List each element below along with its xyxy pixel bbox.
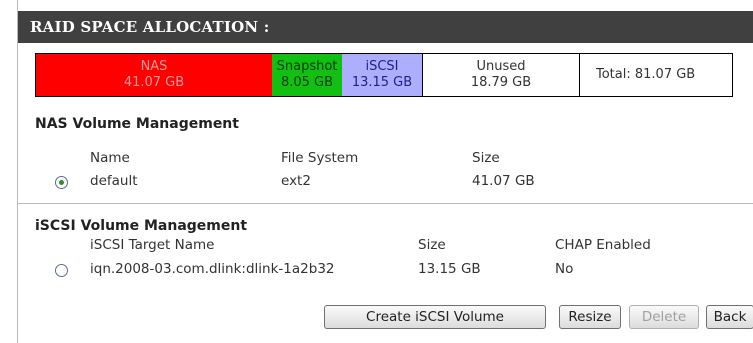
segment-value: 13.15 GB [351, 75, 413, 90]
iscsi-col-chap-enabled: CHAP Enabled [555, 237, 651, 253]
allocation-segment-unused: Unused 18.79 GB [422, 54, 580, 96]
nas-volume-file-system: ext2 [281, 173, 311, 189]
back-button[interactable]: Back [706, 305, 753, 329]
delete-button[interactable]: Delete [629, 305, 699, 329]
segment-label: iSCSI [365, 59, 399, 74]
segment-label: Snapshot [276, 59, 338, 74]
allocation-segment-iscsi: iSCSI 13.15 GB [342, 54, 422, 96]
allocation-bar: NAS 41.07 GB Snapshot 8.05 GB iSCSI 13.1… [35, 53, 733, 97]
iscsi-section-title: iSCSI Volume Management [35, 218, 248, 234]
nas-col-size: Size [472, 150, 500, 166]
raid-space-panel: RAID SPACE ALLOCATION : NAS 41.07 GB Sna… [17, 0, 753, 343]
iscsi-row-radio[interactable] [55, 264, 68, 277]
segment-value: 8.05 GB [280, 75, 334, 90]
nas-section-title: NAS Volume Management [35, 116, 239, 132]
iscsi-target-name: iqn.2008-03.com.dlink:dlink-1a2b32 [90, 261, 335, 277]
segment-label: NAS [140, 59, 168, 74]
iscsi-chap-enabled: No [555, 261, 574, 277]
iscsi-col-size: Size [418, 237, 446, 253]
allocation-segment-nas: NAS 41.07 GB [36, 54, 272, 96]
nas-row-radio[interactable] [55, 176, 68, 189]
allocation-total: Total: 81.07 GB [580, 54, 732, 96]
segment-label: Unused [476, 59, 526, 74]
allocation-segment-snapshot: Snapshot 8.05 GB [272, 54, 342, 96]
segment-value: 18.79 GB [470, 75, 532, 90]
nas-volume-name: default [90, 173, 138, 189]
create-iscsi-volume-button[interactable]: Create iSCSI Volume [324, 305, 546, 329]
segment-value: 41.07 GB [123, 75, 185, 90]
iscsi-volume-size: 13.15 GB [418, 261, 481, 277]
nas-col-file-system: File System [281, 150, 359, 166]
nas-volume-size: 41.07 GB [472, 173, 535, 189]
section-header: RAID SPACE ALLOCATION : [18, 11, 753, 43]
resize-button[interactable]: Resize [559, 305, 621, 329]
section-divider [18, 203, 753, 204]
iscsi-col-target-name: iSCSI Target Name [90, 237, 215, 253]
nas-col-name: Name [90, 150, 130, 166]
